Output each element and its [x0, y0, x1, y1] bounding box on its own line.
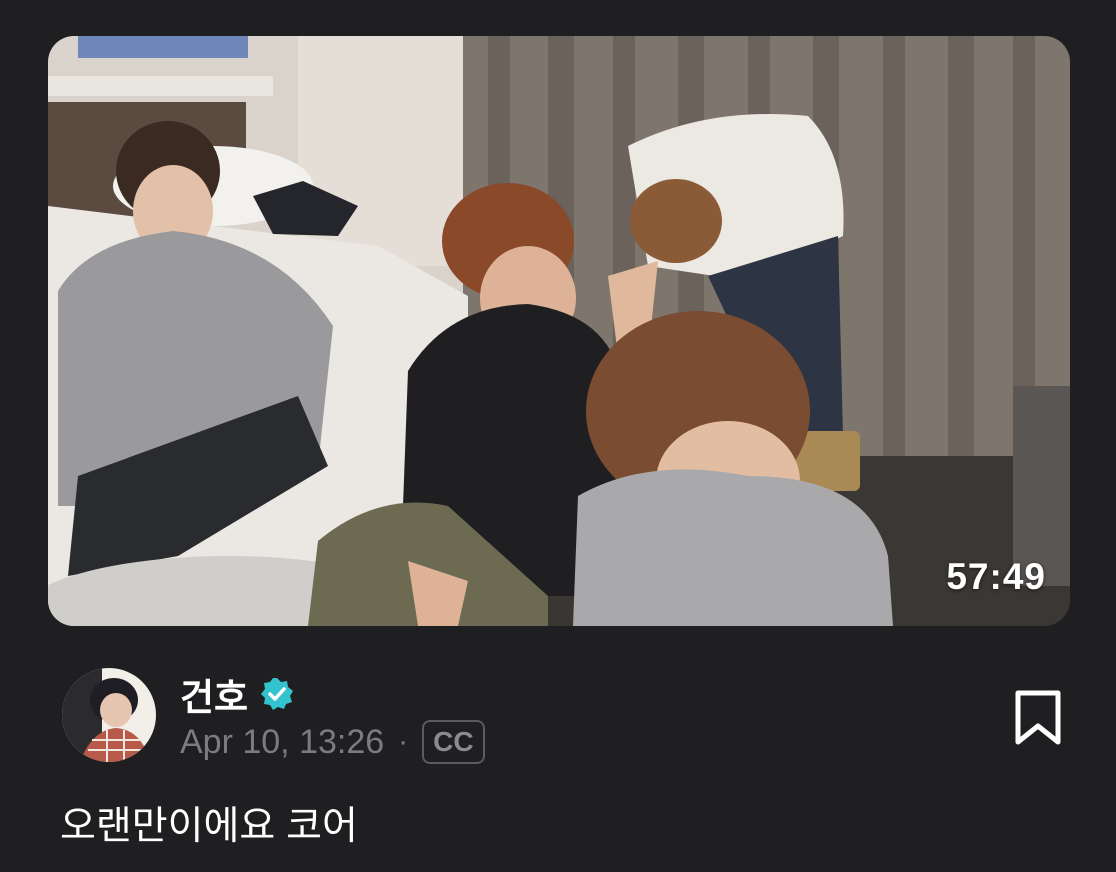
avatar-photo — [62, 668, 156, 762]
verified-badge-icon — [261, 678, 294, 710]
post-meta: 건호 Apr 10, 13:26 · CC — [62, 668, 1064, 768]
post-caption: 오랜만이에요 코어 — [60, 805, 358, 848]
video-thumbnail[interactable]: 57:49 — [48, 36, 1070, 626]
video-duration: 57:49 — [946, 556, 1046, 597]
post-timestamp: Apr 10, 13:26 — [180, 722, 385, 761]
post-sub-line: Apr 10, 13:26 · CC — [180, 720, 485, 764]
bookmark-icon[interactable] — [1012, 690, 1064, 746]
author-name[interactable]: 건호 — [180, 667, 248, 721]
separator-dot: · — [398, 725, 409, 758]
author-avatar[interactable] — [62, 668, 156, 762]
thumbnail-photo — [48, 36, 1070, 626]
cc-badge: CC — [422, 720, 485, 764]
author-line: 건호 — [180, 672, 294, 718]
post-card: 57:49 건호 Apr 10, 13:26 · CC 오랜만이에요 코어 — [0, 0, 1116, 872]
